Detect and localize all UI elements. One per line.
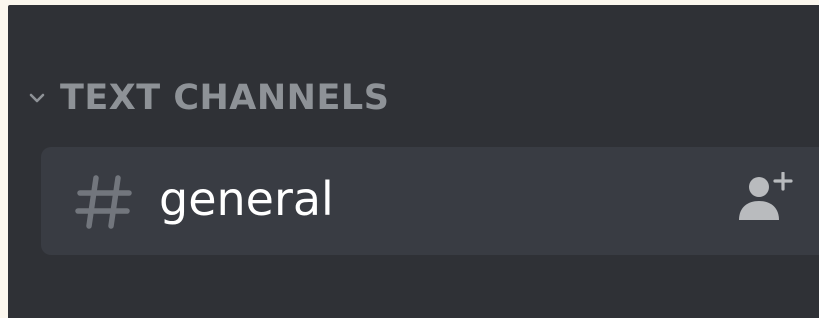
hashtag-icon (73, 173, 135, 231)
category-label: TEXT CHANNELS (60, 77, 390, 118)
channel-name: general (159, 172, 334, 226)
channel-item-general[interactable]: general (41, 147, 819, 255)
chevron-down-icon (26, 87, 48, 109)
add-user-icon[interactable] (737, 171, 795, 224)
text-channels-category[interactable]: TEXT CHANNELS (26, 74, 389, 122)
